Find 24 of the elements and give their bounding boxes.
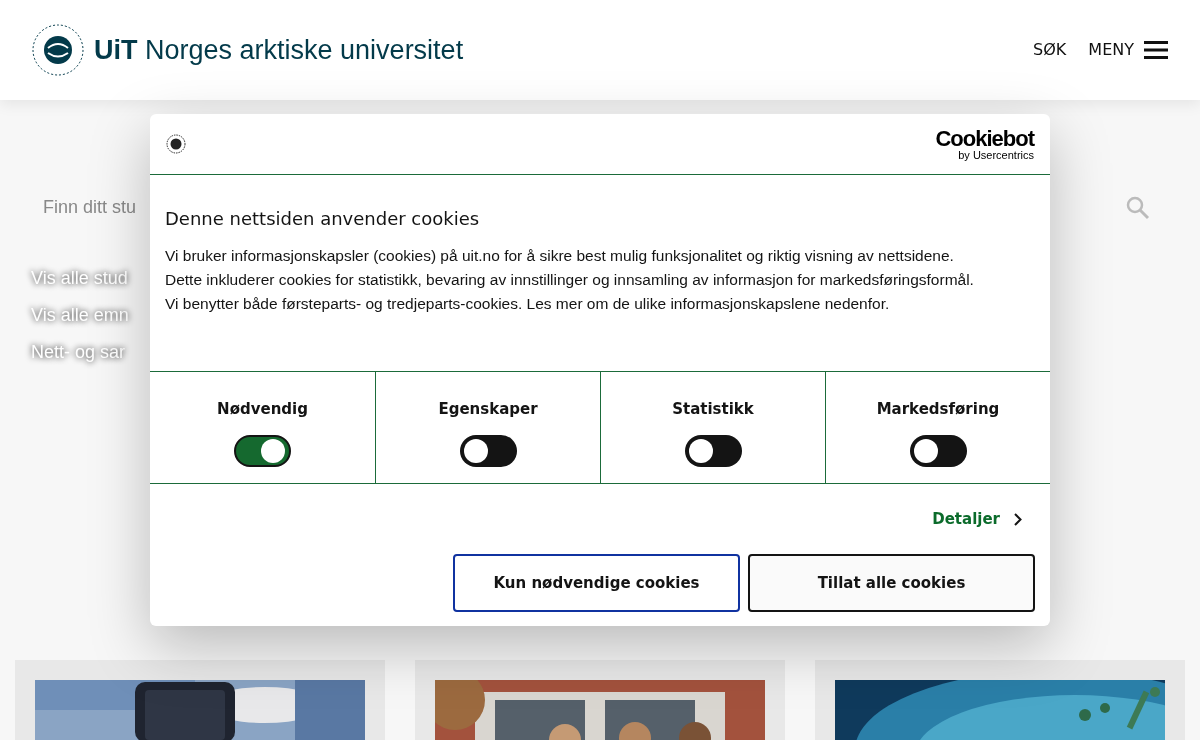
link[interactable]: Vis alle emn — [31, 301, 129, 330]
site-logo-text[interactable]: UiT Norges arktiske universitet — [94, 29, 464, 71]
toggle-switch[interactable] — [909, 434, 967, 467]
toggle-switch[interactable] — [234, 434, 291, 467]
toggle-switch[interactable] — [459, 434, 517, 467]
menu-button[interactable]: MENY — [1088, 38, 1168, 62]
category-label: Nødvendig — [217, 399, 308, 420]
category-label: Statistikk — [672, 399, 754, 420]
necessary-only-button[interactable]: Kun nødvendige cookies — [453, 554, 740, 612]
search-button[interactable]: SØK — [1033, 38, 1067, 62]
category-label: Markedsføring — [876, 399, 1000, 420]
chevron-right-icon — [1014, 512, 1022, 526]
university-seal-icon — [166, 134, 186, 154]
menu-icon — [1144, 41, 1168, 59]
link[interactable]: Vis alle stud — [31, 264, 129, 293]
toggle-switch[interactable] — [684, 434, 742, 467]
category-label: Egenskaper — [438, 399, 538, 420]
dialog-title: Denne nettsiden anvender cookies — [165, 207, 481, 231]
university-seal-icon[interactable] — [32, 24, 84, 76]
details-link[interactable]: Detaljer — [932, 507, 1022, 531]
dialog-description: Vi bruker informasjonskapsler (cookies) på uit.no for å sikre best mulig funksjonalitet og riktig visning av nettsidene. Dette inkluderer cookies for statistikk, bevaring av innstillinger og innsamling av informasjon for markedsføringsformål. Vi benytter både førsteparts- og tredjeparts-cookies. Les mer om de ulike informasjonskapslene nedenfor. — [165, 246, 975, 314]
link[interactable]: Nett- og sar — [31, 338, 129, 367]
cookiebot-logo: Cookiebot by Usercentrics — [935, 127, 1034, 161]
allow-all-button[interactable]: Tillat alle cookies — [748, 554, 1035, 612]
